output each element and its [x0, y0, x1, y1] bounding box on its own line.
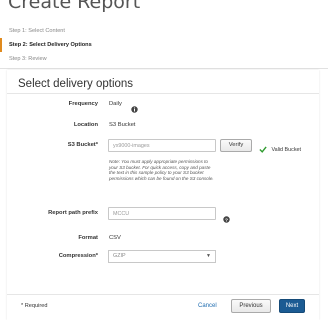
footer-divider: [7, 294, 319, 295]
report-path-prefix-label: Report path prefix: [48, 210, 98, 216]
report-path-prefix-input[interactable]: [108, 207, 216, 220]
valid-bucket-text: Valid Bucket: [271, 146, 302, 153]
required-note: * Required: [21, 303, 48, 309]
step-select-content[interactable]: Step 1: Select Content: [0, 24, 328, 38]
frequency-label: Frequency: [68, 101, 98, 107]
step-review[interactable]: Step 3: Review: [0, 52, 328, 66]
valid-bucket-status: Valid Bucket: [259, 141, 301, 159]
steps-divider: [0, 68, 328, 69]
previous-button[interactable]: Previous: [231, 299, 271, 313]
compression-selected-value: GZIP: [113, 253, 126, 259]
svg-text:?: ?: [225, 217, 228, 223]
permissions-note: Note: You must apply appropriate permiss…: [109, 159, 214, 181]
location-label: Location: [73, 122, 98, 128]
cancel-button[interactable]: Cancel: [198, 303, 217, 309]
delivery-options-panel: [7, 70, 319, 320]
compression-select[interactable]: GZIP ▼: [108, 250, 216, 263]
checkmark-icon: [259, 141, 271, 158]
chevron-down-icon: ▼: [206, 253, 211, 259]
next-button[interactable]: Next: [279, 299, 305, 313]
s3-bucket-label: S3 Bucket*: [67, 142, 98, 148]
compression-label: Compression*: [58, 253, 98, 259]
info-icon[interactable]: [131, 100, 138, 118]
location-value: S3 Bucket: [109, 122, 136, 128]
s3-bucket-input[interactable]: [108, 139, 216, 152]
verify-button[interactable]: Verify: [220, 139, 252, 152]
step-select-delivery-options[interactable]: Step 2: Select Delivery Options: [0, 38, 328, 52]
frequency-value: Daily: [109, 101, 122, 107]
section-divider: [7, 93, 319, 94]
section-title: Select delivery options: [18, 78, 134, 90]
question-icon[interactable]: ?: [223, 210, 230, 228]
format-value: CSV: [109, 235, 121, 241]
format-label: Format: [78, 235, 98, 241]
wizard-steps: Step 1: Select Content Step 2: Select De…: [0, 24, 328, 66]
page-title: Create Report: [8, 0, 141, 13]
